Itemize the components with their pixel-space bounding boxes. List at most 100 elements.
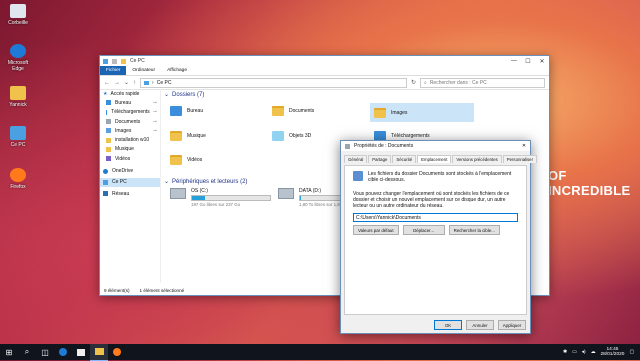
task-view-icon[interactable]: ◫ bbox=[36, 344, 54, 360]
tab-fichier[interactable]: Fichier bbox=[100, 66, 127, 75]
sidebar-item-label: Ce PC bbox=[112, 179, 127, 186]
properties-icon[interactable] bbox=[112, 58, 117, 64]
dialog-title: Propriétés de : Documents bbox=[354, 143, 414, 149]
sidebar-item-label: Documents bbox=[115, 118, 141, 125]
drive-space-info: 197 Go libres sur 237 Go bbox=[191, 202, 241, 207]
folder-musique[interactable]: Musique bbox=[170, 131, 206, 141]
tab-securite[interactable]: Sécurité bbox=[392, 155, 417, 163]
search-icon[interactable]: ⌕ bbox=[18, 344, 36, 360]
sidebar-item-label: Réseau bbox=[112, 190, 130, 197]
onedrive-tray-icon[interactable]: ☁ bbox=[591, 350, 596, 355]
bluetooth-icon[interactable]: ✱ bbox=[563, 350, 567, 355]
sidebar-item-telechargements[interactable]: Téléchargements ⊸ bbox=[100, 108, 160, 117]
close-icon[interactable]: ✕ bbox=[518, 143, 530, 149]
store-icon bbox=[77, 348, 85, 356]
maximize-button[interactable]: ☐ bbox=[521, 58, 535, 65]
explorer-titlebar[interactable]: Ce PC — ☐ ✕ bbox=[100, 56, 549, 66]
desktop-icon-label: Ce PC bbox=[10, 142, 26, 148]
sidebar-item-onedrive[interactable]: OneDrive bbox=[100, 166, 160, 175]
ok-button[interactable]: OK bbox=[434, 320, 462, 330]
recent-locations-icon[interactable]: ⌄ bbox=[124, 79, 129, 86]
location-path-value: C:\Users\Yannick\Documents bbox=[356, 214, 421, 221]
chevron-down-icon: ⌄ bbox=[164, 92, 170, 98]
back-arrow-icon[interactable]: ← bbox=[104, 80, 110, 86]
desktop-icon-label: Corbeille bbox=[8, 20, 28, 26]
folder-videos[interactable]: Vidéos bbox=[170, 155, 202, 165]
sidebar-item-images[interactable]: Images ⊸ bbox=[100, 126, 160, 135]
desktop-this-pc[interactable]: Ce PC bbox=[3, 126, 33, 148]
refresh-icon[interactable]: ↻ bbox=[411, 79, 416, 86]
sidebar-item-musique[interactable]: Musique bbox=[100, 145, 160, 154]
find-target-button[interactable]: Rechercher la cible... bbox=[448, 225, 500, 235]
location-instructions: Vous pouvez changer l'emplacement où son… bbox=[353, 191, 510, 209]
volume-icon[interactable]: ◂) bbox=[582, 350, 586, 355]
desktop-firefox[interactable]: Firefox bbox=[3, 168, 33, 190]
desktop-edge[interactable]: Microsoft Edge bbox=[3, 44, 33, 72]
clock[interactable]: 14:45 28/01/2020 bbox=[600, 347, 624, 358]
taskbar-store[interactable] bbox=[72, 344, 90, 360]
windows-start-icon[interactable]: ⊞ bbox=[0, 344, 18, 360]
tab-partage[interactable]: Partage bbox=[368, 155, 392, 163]
dialog-titlebar[interactable]: Propriétés de : Documents ✕ bbox=[341, 141, 530, 151]
properties-dialog[interactable]: Propriétés de : Documents ✕ Général Part… bbox=[340, 140, 538, 334]
up-arrow-icon[interactable]: ↑ bbox=[133, 80, 136, 86]
desktop-recycle-bin[interactable]: Corbeille bbox=[3, 4, 33, 26]
tab-general[interactable]: Général bbox=[344, 155, 368, 163]
desktop-folder-icon bbox=[106, 100, 111, 106]
drive-os-c[interactable]: OS (C:) 197 Go libres sur 237 Go bbox=[170, 188, 271, 207]
search-input[interactable]: ⌕ Rechercher dans : Ce PC bbox=[420, 77, 545, 88]
folder-bureau[interactable]: Bureau bbox=[170, 106, 203, 116]
desktop-icon-label: Microsoft Edge bbox=[7, 60, 29, 72]
close-button[interactable]: ✕ bbox=[535, 58, 549, 65]
tab-emplacement[interactable]: Emplacement bbox=[417, 155, 452, 163]
music-folder-icon bbox=[170, 131, 182, 141]
music-folder-icon bbox=[106, 146, 111, 152]
taskbar-edge[interactable] bbox=[54, 344, 72, 360]
network-icon[interactable]: ▭ bbox=[572, 350, 577, 355]
tab-personnaliser[interactable]: Personnaliser bbox=[502, 155, 538, 163]
tab-versions-precedentes[interactable]: Versions précédentes bbox=[452, 155, 502, 163]
star-icon: ★ bbox=[103, 90, 108, 97]
computer-icon bbox=[103, 179, 108, 185]
folders-group-header[interactable]: ⌄ Dossiers (7) bbox=[164, 90, 549, 99]
sidebar-item-label: Accès rapide bbox=[110, 90, 140, 97]
folder-label: Bureau bbox=[187, 108, 204, 114]
window-title: Ce PC bbox=[130, 58, 145, 64]
pin-icon: ⊸ bbox=[152, 118, 157, 125]
desktop-folder-icon bbox=[170, 106, 182, 116]
drive-icon bbox=[170, 188, 186, 199]
address-bar[interactable]: › Ce PC bbox=[140, 77, 407, 88]
location-path-input[interactable]: C:\Users\Yannick\Documents bbox=[353, 213, 518, 222]
sidebar-item-installation-w10[interactable]: installation w10 bbox=[100, 135, 160, 144]
desktop-user-folder[interactable]: Yannick bbox=[3, 86, 33, 108]
move-button[interactable]: Déplacer... bbox=[402, 225, 445, 235]
user-folder-icon bbox=[10, 86, 26, 100]
folder-label: Vidéos bbox=[187, 157, 203, 163]
folder-images[interactable]: Images bbox=[370, 103, 474, 122]
videos-folder-icon bbox=[106, 156, 111, 162]
tab-affichage[interactable]: Affichage bbox=[161, 68, 193, 73]
sidebar-item-videos[interactable]: Vidéos bbox=[100, 154, 160, 163]
restore-default-button[interactable]: Valeurs par défaut bbox=[353, 225, 399, 235]
sidebar-item-bureau[interactable]: Bureau ⊸ bbox=[100, 98, 160, 107]
taskbar-firefox[interactable] bbox=[108, 344, 126, 360]
drives-group-header[interactable]: ⌄ Périphériques et lecteurs (2) bbox=[164, 177, 247, 186]
clock-date: 28/01/2020 bbox=[600, 352, 625, 357]
forward-arrow-icon[interactable]: → bbox=[114, 80, 120, 86]
sidebar-item-reseau[interactable]: Réseau bbox=[100, 189, 160, 198]
folder-objets-3d[interactable]: Objets 3D bbox=[272, 131, 311, 141]
new-folder-icon[interactable] bbox=[121, 58, 126, 64]
tab-ordinateur[interactable]: Ordinateur bbox=[126, 68, 161, 73]
taskbar-explorer[interactable] bbox=[90, 343, 108, 361]
apply-button[interactable]: Appliquer bbox=[498, 320, 526, 330]
ribbon-tabs: Fichier Ordinateur Affichage bbox=[100, 66, 549, 76]
notifications-icon[interactable]: ▢ bbox=[629, 350, 634, 355]
sidebar-item-quick-access[interactable]: ★ Accès rapide bbox=[100, 89, 160, 98]
minimize-button[interactable]: — bbox=[507, 58, 521, 65]
sidebar-item-ce-pc[interactable]: Ce PC bbox=[100, 177, 160, 187]
cancel-button[interactable]: Annuler bbox=[466, 320, 494, 330]
edge-icon bbox=[10, 44, 26, 58]
computer-icon bbox=[10, 126, 26, 140]
sidebar-item-documents[interactable]: Documents ⊸ bbox=[100, 117, 160, 126]
folder-documents[interactable]: Documents bbox=[272, 106, 314, 116]
